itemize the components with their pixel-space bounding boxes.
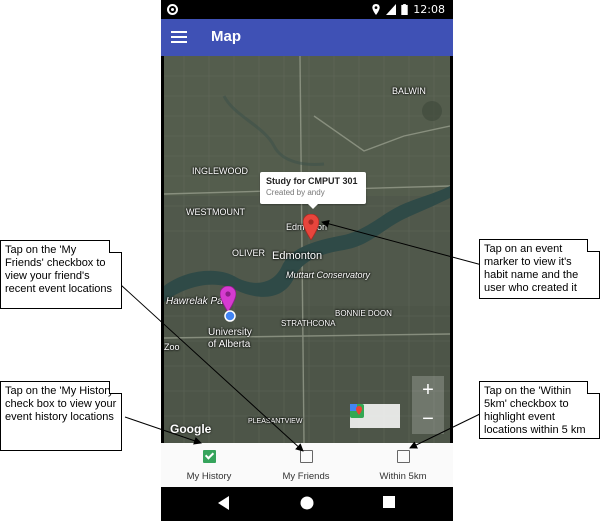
map-label-of-alberta: of Alberta [208, 339, 251, 350]
map-toolbar [350, 404, 400, 428]
map-view[interactable]: BALWIN INGLEWOOD WESTMOUNT OLIVER Edmont… [164, 56, 450, 443]
checkbox-checked-icon[interactable] [202, 450, 216, 463]
map-label-bonnie-doon: BONNIE DOON [335, 309, 392, 318]
callout-within5km: Tap on the 'Within 5km' checkbox to high… [479, 381, 600, 439]
hamburger-menu-icon[interactable] [171, 29, 187, 45]
my-friends-label: My Friends [282, 471, 330, 482]
app-bar: Map [161, 19, 453, 56]
page-title: Map [211, 28, 241, 45]
callout-friends: Tap on the 'My Friends' checkbox to view… [0, 240, 122, 309]
map-label-muttart: Muttart Conservatory [286, 270, 371, 280]
location-icon [372, 4, 380, 15]
history-marker-icon[interactable] [220, 286, 236, 312]
my-location-icon [224, 310, 236, 322]
callout-event-marker: Tap on an event marker to view it's habi… [479, 239, 600, 299]
filter-bar: My History My Friends Within 5km [161, 443, 453, 487]
within-5km-label: Within 5km [379, 471, 427, 482]
within-5km-checkbox[interactable]: Within 5km [363, 450, 443, 482]
status-time: 12:08 [413, 3, 445, 16]
map-label-balwin: BALWIN [392, 86, 426, 96]
checkbox-unchecked-icon[interactable] [299, 450, 313, 463]
battery-icon [401, 4, 409, 15]
map-label-westmount: WESTMOUNT [186, 207, 245, 217]
recents-icon[interactable] [383, 496, 395, 508]
zoom-in-button[interactable]: + [412, 376, 444, 405]
notification-icon [167, 4, 178, 15]
map-label-strathcona: STRATHCONA [281, 319, 336, 328]
map-label-inglewood: INGLEWOOD [192, 166, 249, 176]
map-label-pleasantview: PLEASANTVIEW [248, 418, 303, 425]
system-nav-bar [161, 487, 453, 521]
back-icon[interactable] [218, 496, 230, 510]
marker-info-window[interactable]: Study for CMPUT 301 Created by andy [260, 172, 366, 209]
phone-screen: 12:08 Map BALWIN INGLEWOOD WESTMOUNT OLI… [161, 0, 453, 521]
info-window-subtitle: Created by andy [266, 188, 325, 197]
status-bar: 12:08 [161, 0, 453, 19]
info-window-title: Study for CMPUT 301 [266, 176, 358, 186]
zoom-out-button[interactable]: − [412, 405, 444, 434]
map-label-zoo: Zoo [164, 342, 180, 352]
google-attribution: Google [170, 422, 212, 436]
my-history-checkbox[interactable]: My History [169, 450, 249, 482]
my-friends-checkbox[interactable]: My Friends [266, 450, 346, 482]
signal-icon [386, 4, 397, 15]
map-label-oliver: OLIVER [232, 248, 266, 258]
map-label-university: University [208, 327, 252, 338]
google-maps-icon[interactable] [350, 404, 395, 423]
checkbox-unchecked-icon[interactable] [396, 450, 410, 463]
map-label-edmonton: Edmonton [272, 250, 323, 262]
callout-history: Tap on the 'My History' check box to vie… [0, 381, 122, 451]
event-marker-icon[interactable] [303, 214, 319, 240]
home-icon[interactable] [300, 496, 314, 510]
my-history-label: My History [186, 471, 232, 482]
zoom-controls: + − [412, 376, 444, 434]
